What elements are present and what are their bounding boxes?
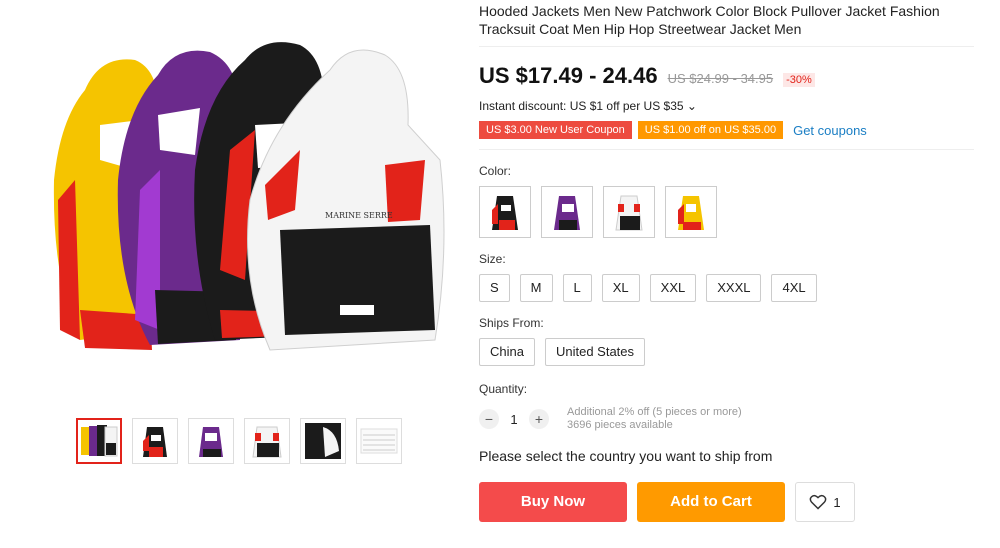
- jacket-thumb-icon: [81, 425, 118, 457]
- heart-icon: [810, 494, 827, 510]
- wishlist-count: 1: [833, 494, 841, 510]
- color-swatches: [479, 186, 979, 238]
- quantity-label: Quantity:: [479, 382, 528, 396]
- color-label: Color:: [479, 164, 512, 178]
- new-user-coupon[interactable]: US $3.00 New User Coupon: [479, 121, 632, 139]
- quantity-decrease-button[interactable]: −: [479, 409, 499, 429]
- thumbnail-4[interactable]: [244, 418, 290, 464]
- quantity-increase-button[interactable]: +: [529, 409, 549, 429]
- jacket-thumb-icon: [252, 426, 282, 458]
- product-title: Hooded Jackets Men New Patchwork Color B…: [479, 2, 974, 47]
- jacket-thumb-icon: [305, 423, 341, 459]
- jacket-thumb-icon: [199, 427, 223, 457]
- size-option-4xl[interactable]: 4XL: [771, 274, 817, 302]
- thumbnail-6[interactable]: [356, 418, 402, 464]
- divider: [479, 149, 974, 150]
- quantity-notes: Additional 2% off (5 pieces or more) 369…: [567, 406, 742, 432]
- size-options: S M L XL XXL XXXL 4XL: [479, 274, 979, 302]
- thumbnail-5[interactable]: [300, 418, 346, 464]
- stock-available-note: 3696 pieces available: [567, 419, 673, 431]
- jacket-print: MARINE SERRE: [325, 211, 393, 220]
- thumbnail-2[interactable]: [132, 418, 178, 464]
- instant-discount[interactable]: Instant discount: US $1 off per US $35 ⌄: [479, 99, 979, 113]
- size-option-l[interactable]: L: [562, 274, 592, 302]
- jacket-swatch-icon: [678, 196, 704, 230]
- ships-from-options: China United States: [479, 338, 979, 366]
- size-option-s[interactable]: S: [479, 274, 510, 302]
- color-swatch-black[interactable]: [479, 186, 531, 238]
- action-buttons: Buy Now Add to Cart 1: [479, 482, 979, 522]
- original-price: US $24.99 - 34.95: [667, 71, 774, 86]
- size-chart-thumb-icon: [360, 428, 398, 454]
- product-gallery: MARINE SERRE: [40, 30, 460, 470]
- jacket-swatch-icon: [492, 196, 518, 230]
- coupon-row: US $3.00 New User Coupon US $1.00 off on…: [479, 121, 979, 139]
- ships-from-label: Ships From:: [479, 316, 544, 330]
- get-coupons-link[interactable]: Get coupons: [793, 123, 867, 138]
- size-option-m[interactable]: M: [519, 274, 553, 302]
- thumbnail-list: [76, 418, 402, 464]
- add-to-cart-button[interactable]: Add to Cart: [637, 482, 785, 522]
- size-label: Size:: [479, 252, 506, 266]
- thumbnail-1[interactable]: [76, 418, 122, 464]
- shipping-message: Please select the country you want to sh…: [479, 448, 773, 464]
- quantity-stepper: − 1 + Additional 2% off (5 pieces or mor…: [479, 406, 979, 432]
- jacket-thumb-icon: [143, 427, 167, 457]
- bulk-discount-note: Additional 2% off (5 pieces or more): [567, 406, 742, 418]
- store-coupon[interactable]: US $1.00 off on US $35.00: [637, 121, 784, 139]
- ships-from-united-states[interactable]: United States: [544, 338, 646, 366]
- price-row: US $17.49 - 24.46 US $24.99 - 34.95 -30%: [479, 63, 979, 89]
- quantity-input[interactable]: 1: [499, 412, 529, 427]
- wishlist-button[interactable]: 1: [795, 482, 855, 522]
- ships-from-china[interactable]: China: [479, 338, 535, 366]
- color-swatch-yellow[interactable]: [665, 186, 717, 238]
- discount-badge: -30%: [783, 73, 815, 87]
- thumbnail-3[interactable]: [188, 418, 234, 464]
- jacket-swatch-icon: [554, 196, 580, 230]
- buy-now-button[interactable]: Buy Now: [479, 482, 627, 522]
- size-option-xl[interactable]: XL: [601, 274, 640, 302]
- current-price: US $17.49 - 24.46: [479, 63, 658, 88]
- main-product-image[interactable]: MARINE SERRE: [40, 30, 460, 380]
- color-swatch-white[interactable]: [603, 186, 655, 238]
- jacket-swatch-icon: [615, 195, 643, 231]
- size-option-xxxl[interactable]: XXXL: [706, 274, 762, 302]
- color-swatch-purple[interactable]: [541, 186, 593, 238]
- size-option-xxl[interactable]: XXL: [649, 274, 697, 302]
- product-info: Hooded Jackets Men New Patchwork Color B…: [479, 0, 979, 522]
